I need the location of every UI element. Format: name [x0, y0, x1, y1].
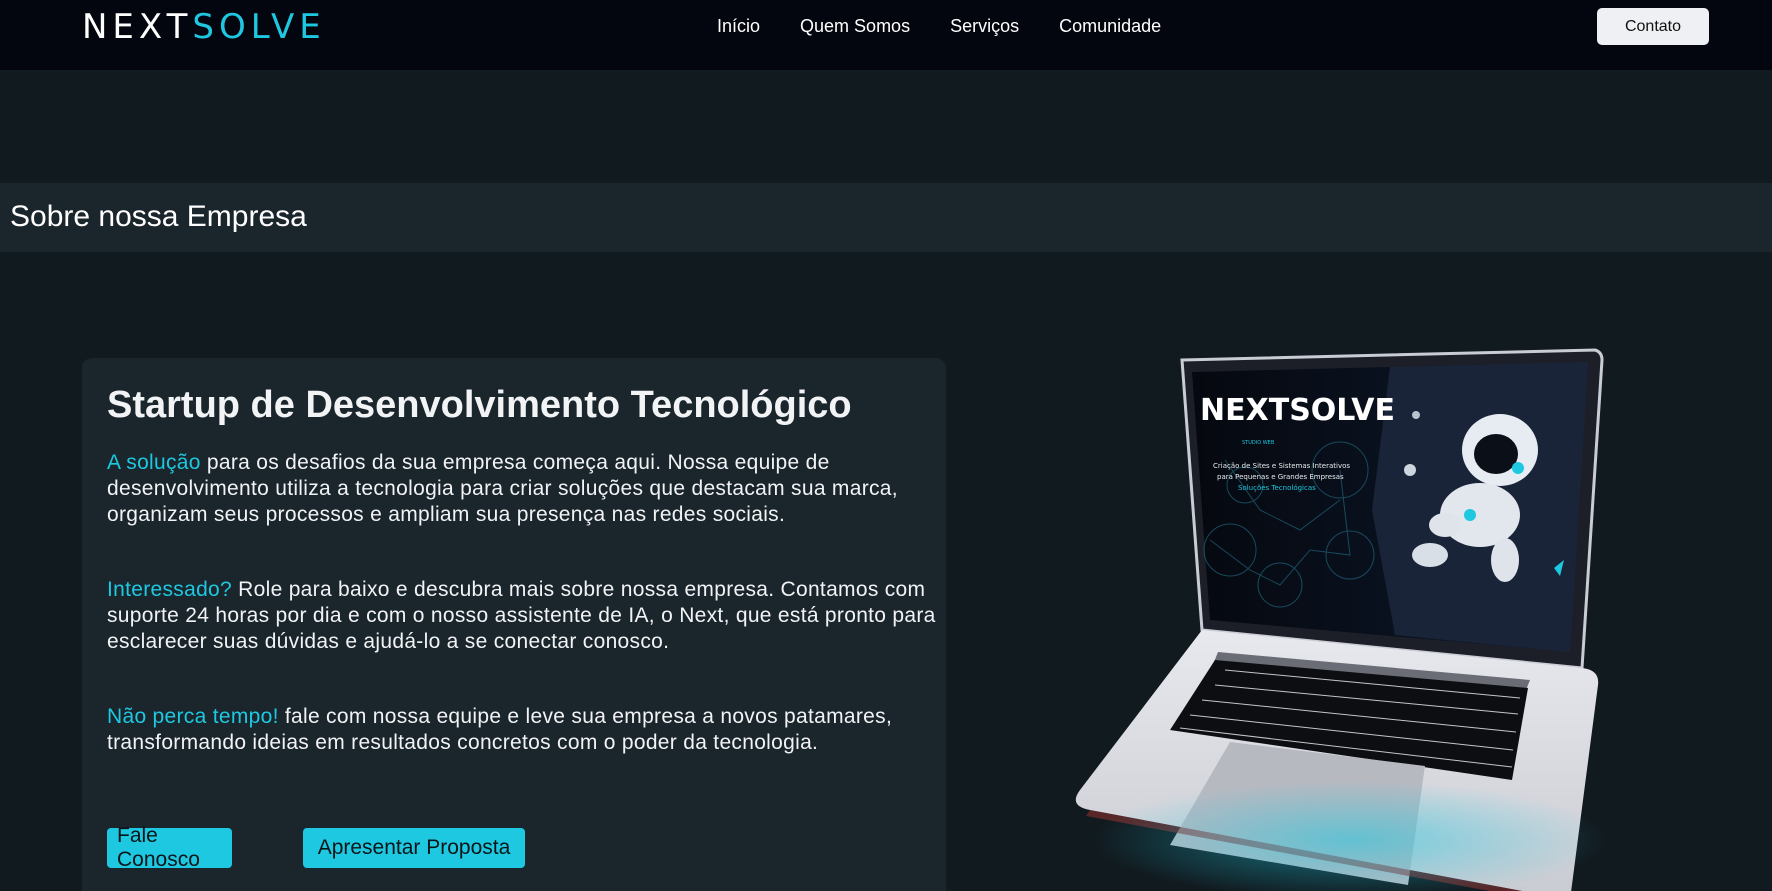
- top-navbar: NEXTSOLVE Início Quem Somos Serviços Com…: [0, 0, 1772, 70]
- about-card: Startup de Desenvolvimento Tecnológico A…: [82, 358, 946, 891]
- apresentar-proposta-button[interactable]: Apresentar Proposta: [303, 828, 525, 868]
- screen-tagline: STUDIO WEB: [1242, 440, 1275, 446]
- highlight-solucao: A solução: [107, 451, 201, 474]
- nav-link-quem-somos[interactable]: Quem Somos: [800, 15, 910, 37]
- brand-logo[interactable]: NEXTSOLVE: [82, 9, 326, 45]
- highlight-interessado: Interessado?: [107, 578, 233, 601]
- section-header: Sobre nossa Empresa: [0, 183, 1772, 252]
- logo-next: NEXT: [82, 7, 193, 47]
- paragraph-nao-perca: Não perca tempo! fale com nossa equipe e…: [107, 704, 937, 756]
- screen-line2: para Pequenas e Grandes Empresas: [1217, 473, 1344, 481]
- nav-link-comunidade[interactable]: Comunidade: [1059, 15, 1161, 37]
- logo-solve: SOLVE: [192, 7, 326, 47]
- highlight-nao-perca: Não perca tempo!: [107, 705, 279, 728]
- nav-link-servicos[interactable]: Serviços: [950, 15, 1019, 37]
- nav-link-inicio[interactable]: Início: [717, 15, 760, 37]
- screen-line1: Criação de Sites e Sistemas Interativos: [1213, 462, 1350, 470]
- section-title: Sobre nossa Empresa: [10, 200, 307, 233]
- screen-logo: NEXTSOLVE: [1200, 393, 1395, 428]
- paragraph-interessado-text: Role para baixo e descubra mais sobre no…: [107, 578, 936, 653]
- main-nav: Início Quem Somos Serviços Comunidade: [717, 15, 1161, 37]
- screen-line3: Soluções Tecnológicas: [1238, 484, 1316, 492]
- fale-conosco-button[interactable]: Fale Conosco: [107, 824, 232, 871]
- paragraph-solucao-text: para os desafios da sua empresa começa a…: [107, 451, 898, 526]
- laptop-glow: [1090, 780, 1610, 891]
- laptop-illustration: NEXTSOLVE STUDIO WEB Criação de Sites e …: [1050, 340, 1610, 891]
- paragraph-solucao: A solução para os desafios da sua empres…: [107, 450, 937, 528]
- card-title: Startup de Desenvolvimento Tecnológico: [107, 384, 852, 426]
- contact-button[interactable]: Contato: [1597, 8, 1709, 45]
- paragraph-interessado: Interessado? Role para baixo e descubra …: [107, 577, 937, 655]
